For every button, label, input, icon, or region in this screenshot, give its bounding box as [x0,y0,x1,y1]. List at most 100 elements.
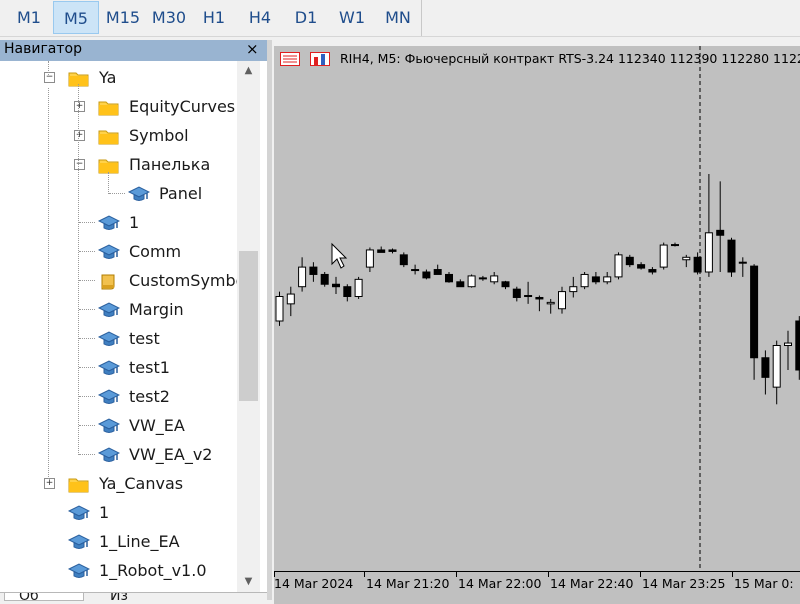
candle-body [399,254,408,266]
candle [535,295,544,312]
candle [569,276,578,298]
close-icon[interactable]: × [246,40,259,58]
timeframe-m1-button[interactable]: M1 [6,1,52,34]
timeframe-m15-button[interactable]: M15 [100,1,146,34]
collapse-icon[interactable]: − [74,159,85,170]
candlestick-chart[interactable] [274,46,800,571]
scroll-up-arrow-icon[interactable]: ▲ [237,61,260,81]
x-tick-label: 14 Mar 22:40 [550,576,634,591]
candle [727,237,736,277]
tree-connector [79,309,95,310]
tree-item[interactable]: − Панелька [0,150,237,179]
expert-advisor-icon [98,389,120,404]
expand-icon[interactable]: + [44,478,55,489]
candle-body [580,273,589,288]
timeframe-d1-button[interactable]: D1 [284,1,328,34]
candle-body [569,286,578,293]
tree-item-label: VW_EA [129,416,185,435]
tree-item[interactable]: 1_Robot_v1.0 [0,556,237,585]
tree-item-label: 1 [129,213,140,232]
tree-item[interactable]: + Symbol [0,121,237,150]
expert-advisor-icon [98,302,120,317]
candle-body [704,232,713,273]
candle [332,276,340,295]
candle [286,286,295,317]
timeframe-h1-button[interactable]: H1 [192,1,236,34]
tree-item[interactable]: test2 [0,382,237,411]
tree-item[interactable]: Panel [0,179,237,208]
candle-body [738,261,747,264]
expert-advisor-icon [98,215,120,230]
tree-item[interactable]: + EquityCurves [0,92,237,121]
candle-body [546,301,555,305]
tree-item-label: Comm [129,242,182,261]
x-tick-label: 14 Mar 21:20 [366,576,450,591]
market-watch-icon[interactable] [310,52,330,66]
candle [343,284,352,302]
tree-item[interactable]: Comm [0,237,237,266]
candle [716,181,725,272]
expand-icon[interactable]: + [74,130,85,141]
tree-item-label: CustomSymbols [129,271,237,290]
candle-body [524,295,533,298]
tree-item[interactable]: + Ya_Canvas [0,469,237,498]
scrollbar-thumb[interactable] [239,251,258,401]
tree-connector [79,454,95,455]
timeframe-w1-button[interactable]: W1 [330,1,374,34]
scroll-down-arrow-icon[interactable]: ▼ [237,572,260,592]
chart-properties-icon[interactable] [280,52,300,66]
candle [603,272,612,285]
collapse-icon[interactable]: − [44,72,55,83]
expand-icon[interactable]: + [74,101,85,112]
candle [591,272,600,285]
tree-item[interactable]: test [0,324,237,353]
tree-item[interactable]: CustomSymbols [0,266,237,295]
tree-item[interactable]: VW_EA [0,411,237,440]
navigator-scrollbar[interactable]: ▲ ▼ [237,61,260,592]
tree-connector [79,396,95,397]
expert-advisor-icon [98,418,120,433]
tree-item-label: test1 [129,358,170,377]
expert-advisor-icon [68,505,90,520]
x-tick-mark [456,572,457,577]
timeframe-m5-button[interactable]: M5 [53,1,99,34]
candle [467,274,476,288]
tree-connector [79,367,95,368]
tree-connector [79,251,95,252]
tree-connector [79,280,95,281]
tree-item[interactable]: Margin [0,295,237,324]
tree-item[interactable]: − Ya [0,63,237,92]
candle [445,272,453,283]
tree-item[interactable]: 1 [0,498,237,527]
candle [682,254,691,268]
expert-advisor-icon [128,186,150,201]
timeframe-m30-button[interactable]: M30 [146,1,192,34]
candle-body [354,278,363,298]
candle [772,340,781,405]
chart-window: RIH4, M5: Фьючерсный контракт RTS-3.24 1… [272,40,800,604]
candle [478,275,487,281]
timeframe-mn-button[interactable]: MN [376,1,420,34]
timeframe-h4-button[interactable]: H4 [238,1,282,34]
tree-item[interactable]: test1 [0,353,237,382]
x-tick-label: 14 Mar 22:00 [458,576,542,591]
expert-advisor-icon [98,331,120,346]
x-axis: 14 Mar 2024 14 Mar 21:20 14 Mar 22:00 14… [274,571,800,604]
tree-item-label: Margin [129,300,184,319]
candle [637,262,646,270]
tree-connector [109,193,125,194]
tree-item[interactable]: VW_EA_v2 [0,440,237,469]
mouse-cursor-icon [331,242,348,269]
candle-body [591,276,600,283]
tree-item-label: VW_EA_v2 [129,445,213,464]
x-tick-mark [548,572,549,577]
candle [365,247,374,272]
candle [433,264,442,275]
x-tick-label: 14 Mar 23:25 [642,576,726,591]
tree-item[interactable]: 1 [0,208,237,237]
candle [546,298,555,314]
tree-item[interactable]: 1_Line_EA [0,527,237,556]
chart-area[interactable]: RIH4, M5: Фьючерсный контракт RTS-3.24 1… [274,46,800,604]
candle-body [377,249,386,253]
expert-advisor-icon [98,360,120,375]
